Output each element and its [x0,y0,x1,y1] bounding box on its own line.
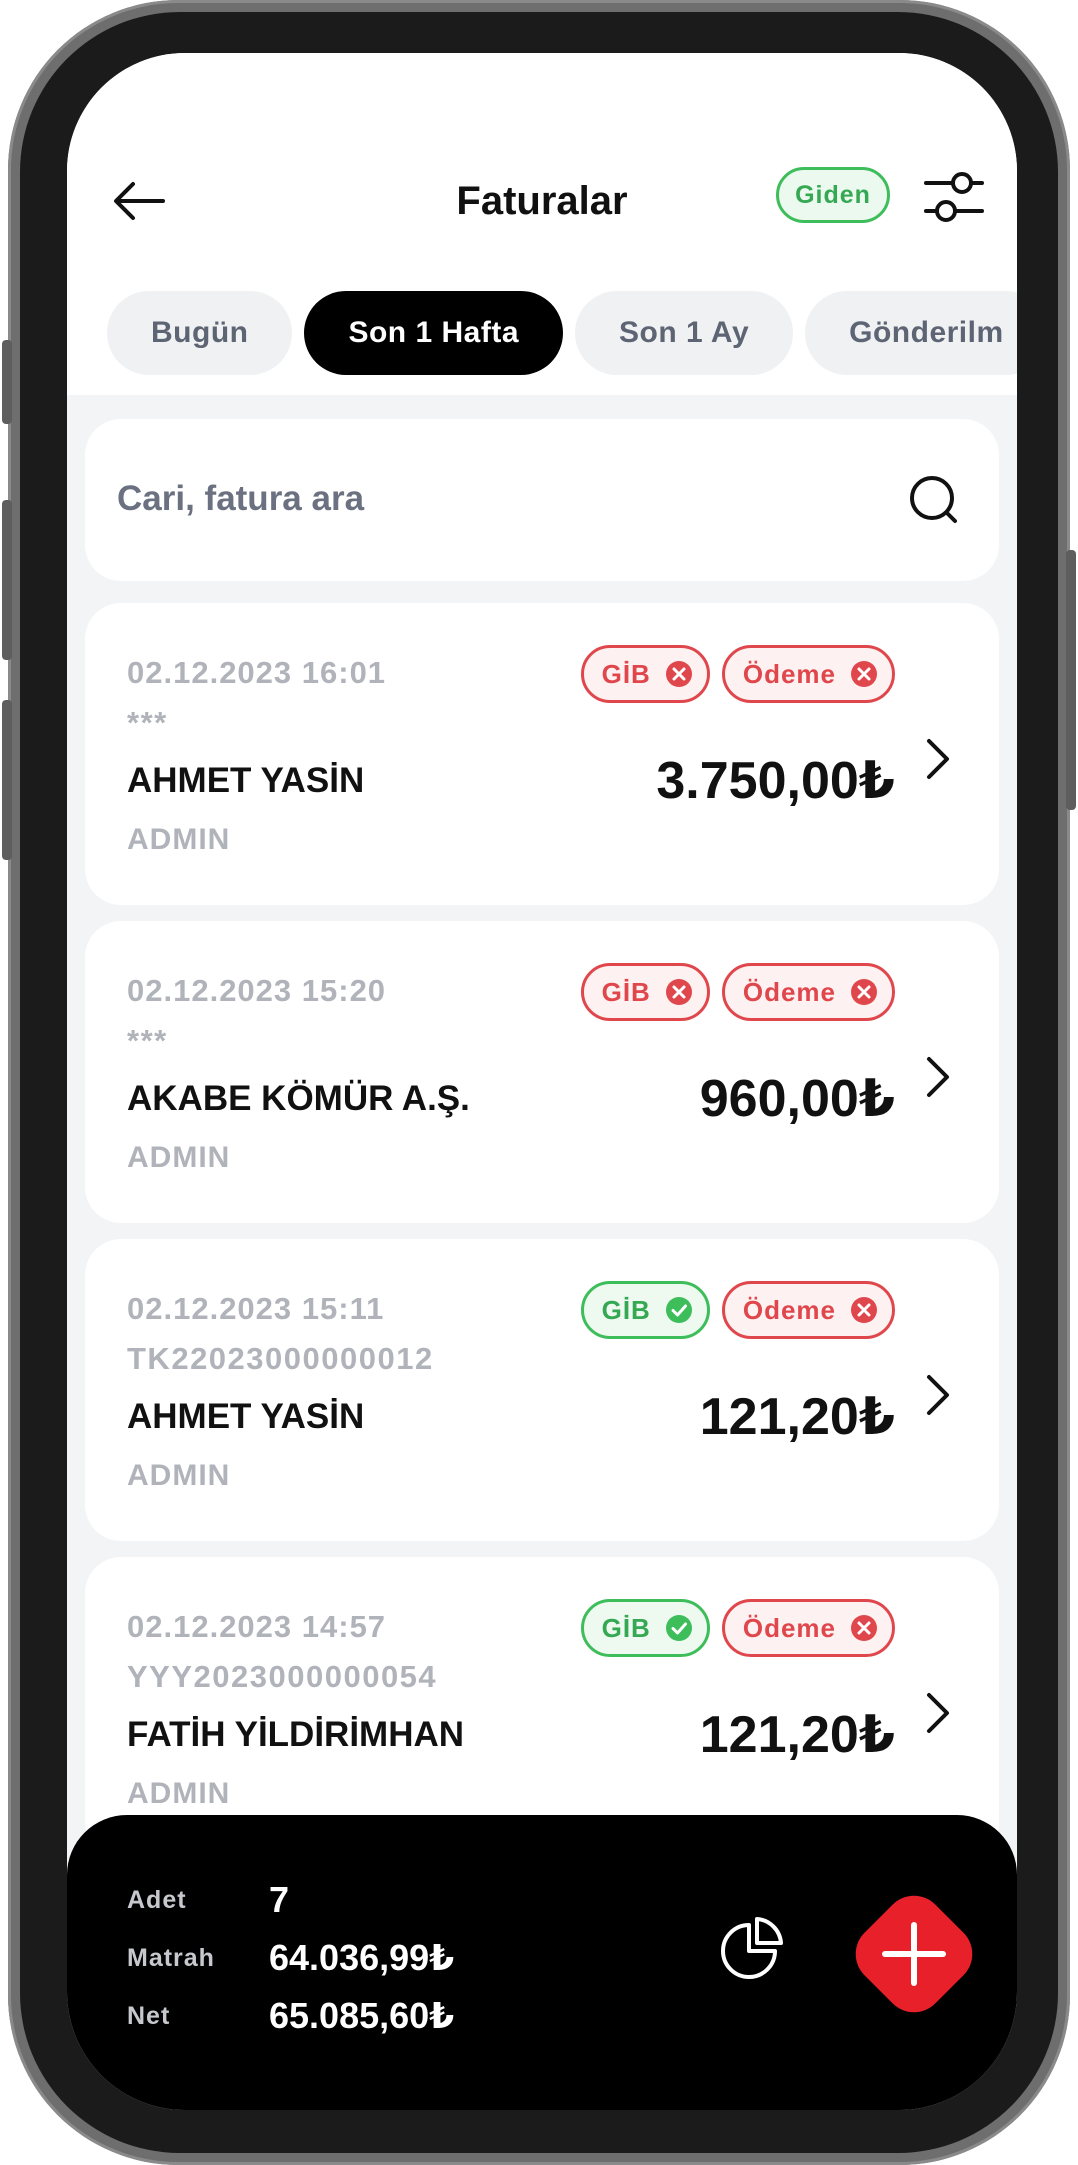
filter-button[interactable] [922,165,986,229]
invoice-date: 02.12.2023 16:01 [127,655,387,690]
customer-name: AHMET YASİN [127,1397,365,1436]
plus-icon [855,1895,973,2013]
invoice-list: 02.12.2023 16:01 *** AHMET YASİN ADMIN G… [85,603,999,1875]
search-button[interactable] [905,471,965,531]
invoice-number: *** [127,1023,168,1058]
base-label: Matrah [127,1943,215,1972]
customer-name: FATİH YİLDİRİMHAN [127,1715,465,1754]
report-button[interactable] [719,1915,785,1981]
power-button [1066,550,1076,810]
summary-base-row: Matrah 64.036,99₺ [127,1933,454,1983]
gib-label: GİB [601,1294,651,1325]
gib-label: GİB [601,976,651,1007]
gib-status-badge: GİB [580,1599,710,1657]
x-circle-icon [851,1297,877,1323]
summary-net-row: Net 65.085,60₺ [127,1991,454,2041]
created-by: ADMIN [127,823,231,856]
created-by: ADMIN [127,1141,231,1174]
created-by: ADMIN [127,1459,231,1492]
x-circle-icon [851,1615,877,1641]
payment-status-badge: Ödeme [721,1599,895,1657]
direction-badge[interactable]: Giden [776,167,890,223]
app-screen: Faturalar Giden Bugün Son 1 Hafta Son 1 … [67,53,1017,2110]
count-value: 7 [269,1879,290,1920]
chevron-right-icon [927,1375,949,1415]
status-badges: GİB Ödeme [580,963,895,1021]
search-box [85,419,999,581]
invoice-card[interactable]: 02.12.2023 15:11 TK22023000000012 AHMET … [85,1239,999,1541]
invoice-card[interactable]: 02.12.2023 15:20 *** AKABE KÖMÜR A.Ş. AD… [85,921,999,1223]
tab-last-month[interactable]: Son 1 Ay [575,291,794,375]
payment-status-badge: Ödeme [721,1281,895,1339]
status-badges: GİB Ödeme [580,1281,895,1339]
summary-bar: Adet 7 Matrah 64.036,99₺ Net 65.085,60₺ [67,1815,1017,2110]
gib-label: GİB [601,1612,651,1643]
chevron-right-icon [927,739,949,779]
add-invoice-button[interactable] [835,1875,993,2033]
x-circle-icon [851,979,877,1005]
x-circle-icon [665,979,692,1005]
header: Faturalar Giden Bugün Son 1 Hafta Son 1 … [67,53,1017,395]
search-icon [910,476,957,523]
pie-chart-icon [721,1917,783,1979]
invoice-amount: 960,00₺ [699,1070,895,1128]
net-value: 65.085,60₺ [269,1995,455,2036]
invoice-number: TK22023000000012 [127,1341,434,1376]
payment-label: Ödeme [742,1612,836,1643]
invoice-amount: 3.750,00₺ [656,752,895,810]
invoice-number: YYY2023000000054 [127,1659,438,1694]
chevron-right-icon [927,1693,949,1733]
payment-label: Ödeme [742,976,836,1007]
chevron-right-icon [927,1057,949,1097]
sliders-icon [924,172,984,222]
base-value: 64.036,99₺ [269,1937,455,1978]
date-range-tabs: Bugün Son 1 Hafta Son 1 Ay Gönderilm [107,291,1017,375]
payment-status-badge: Ödeme [721,963,895,1021]
summary-count-row: Adet 7 [127,1875,289,1925]
invoice-amount: 121,20₺ [699,1388,895,1446]
tab-today[interactable]: Bugün [107,291,293,375]
x-circle-icon [851,661,877,687]
status-badges: GİB Ödeme [580,1599,895,1657]
volume-up-button [2,500,12,660]
payment-status-badge: Ödeme [721,645,895,703]
invoice-amount: 121,20₺ [699,1706,895,1764]
invoice-card[interactable]: 02.12.2023 16:01 *** AHMET YASİN ADMIN G… [85,603,999,905]
gib-status-badge: GİB [580,645,710,703]
invoice-date: 02.12.2023 15:20 [127,973,387,1008]
count-label: Adet [127,1885,187,1914]
check-circle-icon [665,1615,692,1641]
invoice-date: 02.12.2023 15:11 [127,1291,385,1326]
mute-switch [2,340,12,424]
search-input[interactable] [117,469,837,529]
volume-down-button [2,700,12,860]
check-circle-icon [665,1297,692,1323]
tab-sent[interactable]: Gönderilm [805,291,1017,375]
status-badges: GİB Ödeme [580,645,895,703]
invoice-number: *** [127,705,168,740]
payment-label: Ödeme [742,658,836,689]
net-label: Net [127,2001,171,2030]
gib-label: GİB [601,658,651,689]
created-by: ADMIN [127,1777,231,1810]
gib-status-badge: GİB [580,963,710,1021]
gib-status-badge: GİB [580,1281,710,1339]
customer-name: AKABE KÖMÜR A.Ş. [127,1079,470,1118]
invoice-date: 02.12.2023 14:57 [127,1609,387,1644]
customer-name: AHMET YASİN [127,761,365,800]
tab-last-week[interactable]: Son 1 Hafta [304,291,563,375]
x-circle-icon [665,661,692,687]
payment-label: Ödeme [742,1294,836,1325]
invoice-card[interactable]: 02.12.2023 14:57 YYY2023000000054 FATİH … [85,1557,999,1859]
